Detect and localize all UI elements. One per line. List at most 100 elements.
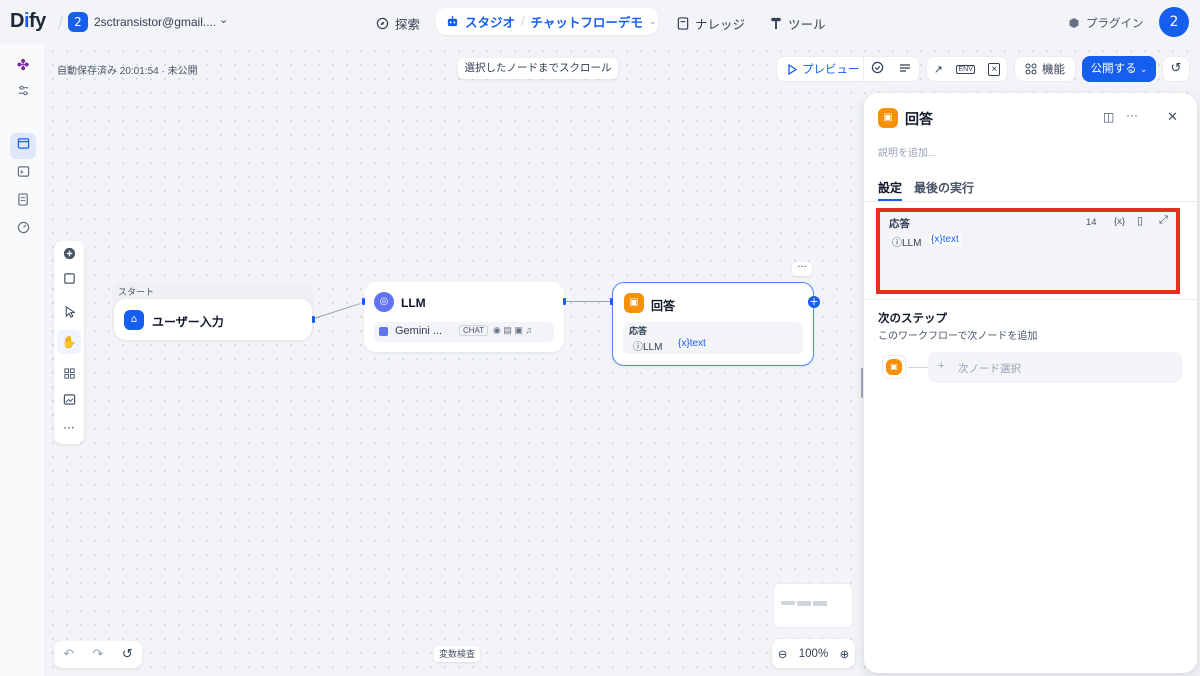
llm-icon: ◎	[374, 292, 394, 312]
answer-editor[interactable]: 応答 14 {x} ▯ ⤢ ⓘLLM {x}text	[876, 208, 1180, 294]
add-note-icon[interactable]	[54, 270, 84, 292]
zoom-level[interactable]: 100%	[799, 648, 828, 660]
nav-studio-label: スタジオ	[465, 16, 516, 30]
workspace-badge[interactable]: 2	[68, 12, 88, 32]
preview-label: プレビュー	[802, 64, 860, 76]
preview-button[interactable]: プレビュー	[777, 57, 864, 81]
grid-icon	[1025, 63, 1037, 75]
llm-node[interactable]: ◎ LLM Gemini ... CHAT ◉ ▤ ▣ ♫	[364, 282, 564, 352]
pointer-icon[interactable]	[54, 304, 84, 326]
answer-icon: ▣	[886, 359, 902, 375]
avatar[interactable]: 2	[1159, 7, 1189, 37]
edge-llm-answer	[565, 301, 613, 302]
more-icon[interactable]: ···	[54, 417, 84, 439]
workspace-name[interactable]: 2sctransistor@gmail....	[94, 15, 216, 29]
start-node-handle[interactable]	[312, 316, 315, 323]
nav-tools[interactable]: ツール	[770, 14, 826, 33]
plus-icon: +	[938, 360, 945, 372]
next-node-select[interactable]: + 次ノード選択	[928, 352, 1182, 383]
model-selector[interactable]: Gemini ... CHAT ◉ ▤ ▣ ♫	[374, 322, 554, 342]
logs-icon[interactable]	[14, 193, 32, 211]
close-icon[interactable]: ✕	[1167, 109, 1178, 125]
char-count: 14	[1086, 217, 1097, 228]
hammer-icon	[771, 17, 781, 30]
workflow-icon	[14, 137, 32, 155]
sliders-icon[interactable]	[14, 84, 32, 102]
copy-icon[interactable]: ▯	[1137, 214, 1143, 227]
cube-icon	[1069, 18, 1079, 28]
features-label: 機能	[1042, 64, 1065, 76]
organize-icon[interactable]	[54, 365, 84, 387]
nav-tools-label: ツール	[788, 18, 826, 32]
monitor-icon[interactable]	[14, 221, 32, 239]
split-view-icon[interactable]: ◫	[1103, 110, 1114, 124]
zoom-in-icon[interactable]: ⊕	[840, 647, 850, 661]
redo-icon[interactable]: ↷	[93, 647, 104, 662]
answer-node[interactable]: ▣ 回答 応答 ⓘLLM {x}text	[612, 282, 814, 366]
hand-icon[interactable]: ✋	[57, 330, 81, 354]
history-icon[interactable]: ↺	[122, 647, 133, 662]
llm-node-target-handle[interactable]	[362, 298, 365, 305]
panel-resize-handle[interactable]	[861, 368, 863, 398]
more-icon[interactable]: ···	[1126, 108, 1138, 122]
tab-last-run[interactable]: 最後の実行	[914, 179, 974, 196]
answer-node-title: 回答	[651, 299, 676, 313]
expand-icon[interactable]: ⤢	[1159, 214, 1168, 227]
variables-button[interactable]	[891, 62, 919, 77]
zoom-out-icon[interactable]: ⊖	[778, 647, 788, 661]
add-next-node-icon[interactable]: +	[808, 296, 820, 308]
editor-var-source: ⓘLLM	[892, 238, 922, 249]
add-node-icon[interactable]	[54, 245, 84, 267]
node-more-icon[interactable]: ···	[792, 262, 812, 276]
nav-knowledge-label: ナレッジ	[695, 18, 746, 32]
terminal-icon[interactable]	[14, 165, 32, 183]
start-group-label: スタート	[118, 287, 155, 297]
env-group: ↗ ENV ×	[926, 56, 1008, 82]
dify-logo[interactable]: Dify	[10, 10, 46, 33]
zoom-control: ⊖ 100% ⊕	[772, 639, 855, 668]
insert-variable-icon[interactable]: {x}	[1114, 216, 1125, 227]
answer-icon: ▣	[624, 293, 644, 313]
chevron-down-icon[interactable]: ⌄	[649, 16, 657, 27]
answer-editor-label: 応答	[889, 218, 910, 230]
minimap[interactable]	[773, 583, 853, 628]
description-input[interactable]: 説明を追加...	[878, 144, 936, 159]
gemini-icon	[379, 327, 388, 336]
plugin-label: プラグイン	[1086, 18, 1144, 30]
export-icon[interactable]: ↗	[934, 63, 943, 76]
nav-studio[interactable]: スタジオ / チャットフローデモ ⌄	[436, 8, 658, 35]
history-icon[interactable]: ↺	[1162, 56, 1190, 82]
variable-inspect-button[interactable]: 変数検査	[434, 646, 480, 662]
nav-knowledge[interactable]: ナレッジ	[677, 14, 745, 33]
plugin-button[interactable]: プラグイン	[1068, 15, 1144, 31]
nav-explore[interactable]: 探索	[376, 14, 420, 33]
app-name-selector[interactable]: チャットフローデモ	[531, 12, 643, 31]
image-export-icon[interactable]	[54, 391, 84, 413]
minimap-node	[813, 601, 827, 606]
var-name: {x}text	[678, 338, 706, 349]
checklist-button[interactable]	[864, 61, 892, 77]
start-node[interactable]: ⌂ ユーザー入力	[114, 299, 312, 340]
answer-preview: 応答 ⓘLLM {x}text	[623, 322, 803, 354]
app-icon[interactable]: ✤	[14, 56, 32, 74]
scroll-to-selected-button[interactable]: 選択したノードまでスクロール	[458, 58, 618, 79]
answer-icon: ▣	[878, 108, 898, 128]
panel-title[interactable]: 回答	[905, 109, 933, 129]
tab-settings[interactable]: 設定	[878, 179, 902, 196]
nav-explore-label: 探索	[395, 18, 421, 32]
env-icon[interactable]: ENV	[956, 64, 975, 74]
home-icon: ⌂	[124, 310, 144, 330]
chevron-down-icon[interactable]: ⌄	[219, 13, 228, 26]
llm-node-source-handle[interactable]	[563, 298, 566, 305]
answer-node-target-handle[interactable]	[610, 298, 613, 305]
divider	[864, 201, 1197, 202]
conversation-var-icon[interactable]: ×	[988, 62, 1001, 76]
model-name: Gemini ...	[395, 325, 443, 337]
capability-icons: ◉ ▤ ▣ ♫	[493, 325, 533, 335]
publish-button[interactable]: 公開する ⌄	[1082, 56, 1156, 82]
connector-line	[908, 367, 928, 368]
features-button[interactable]: 機能	[1014, 56, 1076, 82]
undo-icon[interactable]: ↶	[63, 647, 74, 662]
editor-var-name[interactable]: {x}text	[929, 234, 961, 245]
play-icon	[788, 63, 797, 75]
